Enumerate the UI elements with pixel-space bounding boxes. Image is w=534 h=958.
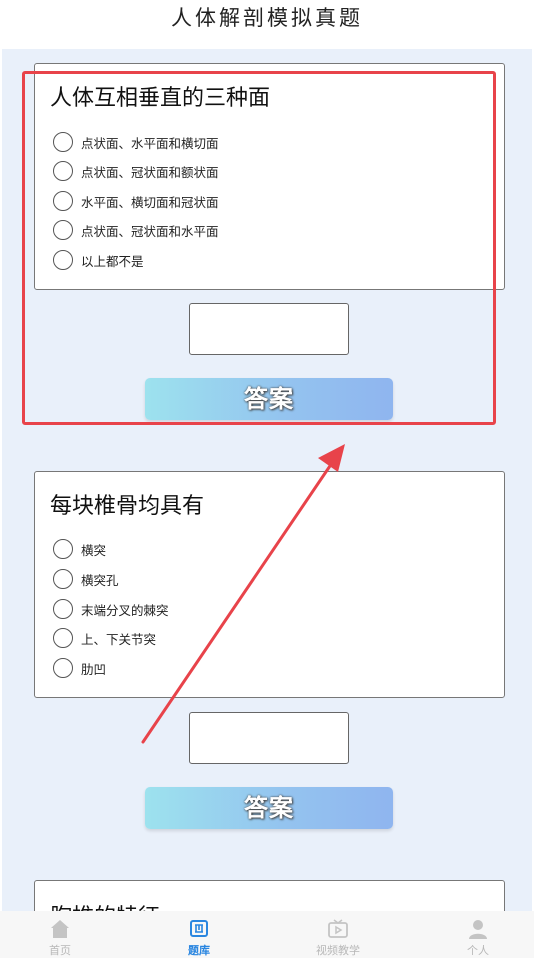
option-label: 上、下关节突 <box>81 631 157 647</box>
tab-label: 个人 <box>467 944 489 957</box>
tab-label: 题库 <box>188 944 210 957</box>
radio-button[interactable] <box>53 250 73 270</box>
option-label: 水平面、横切面和冠状面 <box>81 194 219 210</box>
answer-input[interactable] <box>189 712 349 764</box>
option-label: 点状面、冠状面和水平面 <box>81 223 219 239</box>
option-label: 肋凹 <box>81 661 107 677</box>
answer-input[interactable] <box>189 303 349 355</box>
tab-label: 视频教学 <box>316 944 360 957</box>
option-radio[interactable]: 点状面、水平面和横切面 <box>53 131 219 153</box>
bottom-tab-bar: 首页 题库 视频教学 个人 <box>0 911 534 958</box>
radio-button[interactable] <box>53 132 73 152</box>
answer-button[interactable]: 答案 <box>145 378 393 420</box>
option-label: 末端分叉的棘突 <box>81 602 169 618</box>
option-radio[interactable]: 横突孔 <box>53 568 119 590</box>
option-radio[interactable]: 以上都不是 <box>53 249 144 271</box>
radio-button[interactable] <box>53 220 73 240</box>
tab-question-bank[interactable]: 题库 <box>149 911 249 958</box>
question-title: 胸椎的特征 <box>50 899 160 911</box>
question-list[interactable]: 人体互相垂直的三种面 点状面、水平面和横切面 点状面、冠状面和额状面 水平面、横… <box>2 49 532 911</box>
question-title: 人体互相垂直的三种面 <box>50 86 271 111</box>
option-label: 以上都不是 <box>81 253 144 269</box>
option-radio[interactable]: 末端分叉的棘突 <box>53 598 169 620</box>
radio-button[interactable] <box>53 191 73 211</box>
answer-button[interactable]: 答案 <box>145 787 393 829</box>
option-radio[interactable]: 横突 <box>53 538 106 560</box>
radio-button[interactable] <box>53 161 73 181</box>
tab-home[interactable]: 首页 <box>10 911 110 958</box>
video-icon <box>328 919 348 938</box>
option-radio[interactable]: 水平面、横切面和冠状面 <box>53 190 219 212</box>
question-bank-icon <box>190 920 208 937</box>
option-label: 横突孔 <box>81 572 119 588</box>
option-label: 点状面、水平面和横切面 <box>81 135 219 151</box>
tab-label: 首页 <box>49 944 71 957</box>
option-radio[interactable]: 点状面、冠状面和水平面 <box>53 219 219 241</box>
option-radio[interactable]: 点状面、冠状面和额状面 <box>53 160 219 182</box>
radio-button[interactable] <box>53 628 73 648</box>
home-icon <box>51 920 69 938</box>
question-card: 胸椎的特征 <box>34 880 505 911</box>
tab-video[interactable]: 视频教学 <box>288 911 388 958</box>
person-icon <box>469 920 487 939</box>
option-radio[interactable]: 肋凹 <box>53 657 106 679</box>
question-card: 人体互相垂直的三种面 点状面、水平面和横切面 点状面、冠状面和额状面 水平面、横… <box>34 63 505 290</box>
option-label: 点状面、冠状面和额状面 <box>81 164 219 180</box>
question-card: 每块椎骨均具有 横突 横突孔 末端分叉的棘突 上、下关节突 肋凹 <box>34 471 505 698</box>
page-title: 人体解剖模拟真题 <box>171 6 363 30</box>
option-label: 横突 <box>81 542 107 558</box>
radio-button[interactable] <box>53 569 73 589</box>
option-radio[interactable]: 上、下关节突 <box>53 627 156 649</box>
tab-profile[interactable]: 个人 <box>428 911 528 958</box>
page-header: 人体解剖模拟真题 <box>0 0 534 40</box>
radio-button[interactable] <box>53 599 73 619</box>
question-title: 每块椎骨均具有 <box>50 494 205 519</box>
radio-button[interactable] <box>53 539 73 559</box>
radio-button[interactable] <box>53 658 73 678</box>
